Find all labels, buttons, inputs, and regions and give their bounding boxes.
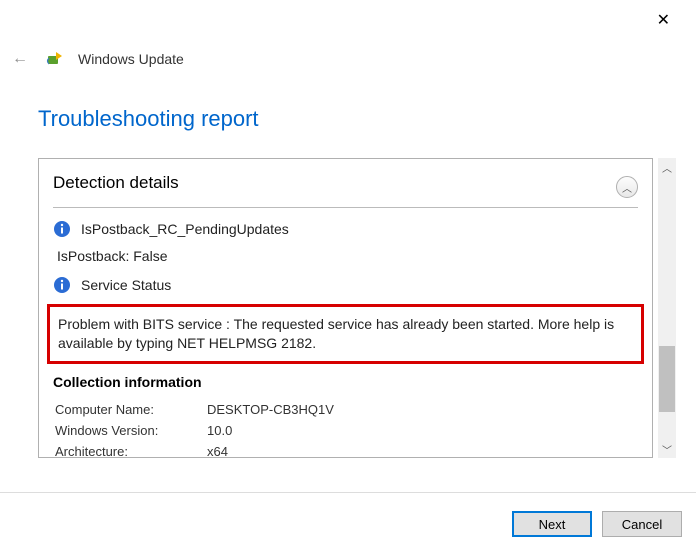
- kv-key: Windows Version:: [55, 421, 205, 440]
- kv-key: Computer Name:: [55, 400, 205, 419]
- info-icon: [53, 220, 71, 238]
- collapse-button[interactable]: ︿: [616, 176, 638, 198]
- scroll-down-icon[interactable]: ﹀: [658, 440, 676, 458]
- collection-title: Collection information: [53, 374, 638, 390]
- cancel-button[interactable]: Cancel: [602, 511, 682, 537]
- kv-value: DESKTOP-CB3HQ1V: [207, 400, 636, 419]
- back-arrow-icon[interactable]: ←: [8, 48, 32, 70]
- problem-message: Problem with BITS service : The requeste…: [58, 315, 633, 353]
- header-title: Windows Update: [78, 51, 184, 67]
- chevron-up-icon: ︿: [622, 180, 632, 195]
- section-title: Detection details: [53, 173, 179, 193]
- detection-panel: Detection details ︿ IsPostback_RC_Pendin…: [38, 158, 653, 458]
- header: ← Windows Update: [8, 48, 184, 70]
- kv-key: Architecture:: [55, 442, 205, 458]
- scrollbar[interactable]: ︿ ﹀: [658, 158, 676, 458]
- info-row: IsPostback_RC_PendingUpdates: [53, 220, 638, 238]
- kv-value: 10.0: [207, 421, 636, 440]
- next-button[interactable]: Next: [512, 511, 592, 537]
- ispostback-line: IsPostback: False: [57, 248, 638, 264]
- collection-table: Computer Name: DESKTOP-CB3HQ1V Windows V…: [53, 398, 638, 458]
- divider: [53, 207, 638, 208]
- info-text: IsPostback_RC_PendingUpdates: [81, 221, 289, 237]
- problem-highlight: Problem with BITS service : The requeste…: [47, 304, 644, 364]
- info-icon: [53, 276, 71, 294]
- scroll-up-icon[interactable]: ︿: [658, 158, 676, 176]
- table-row: Computer Name: DESKTOP-CB3HQ1V: [55, 400, 636, 419]
- close-icon[interactable]: ✕: [649, 6, 678, 34]
- page-title: Troubleshooting report: [38, 106, 259, 132]
- windows-update-icon: [46, 50, 64, 68]
- info-row-service: Service Status: [53, 276, 638, 294]
- service-status-label: Service Status: [81, 277, 171, 293]
- kv-value: x64: [207, 442, 636, 458]
- table-row: Windows Version: 10.0: [55, 421, 636, 440]
- scroll-thumb[interactable]: [659, 346, 675, 412]
- footer: Next Cancel: [512, 511, 682, 537]
- footer-divider: [0, 492, 696, 493]
- panel-container: Detection details ︿ IsPostback_RC_Pendin…: [38, 158, 676, 462]
- table-row: Architecture: x64: [55, 442, 636, 458]
